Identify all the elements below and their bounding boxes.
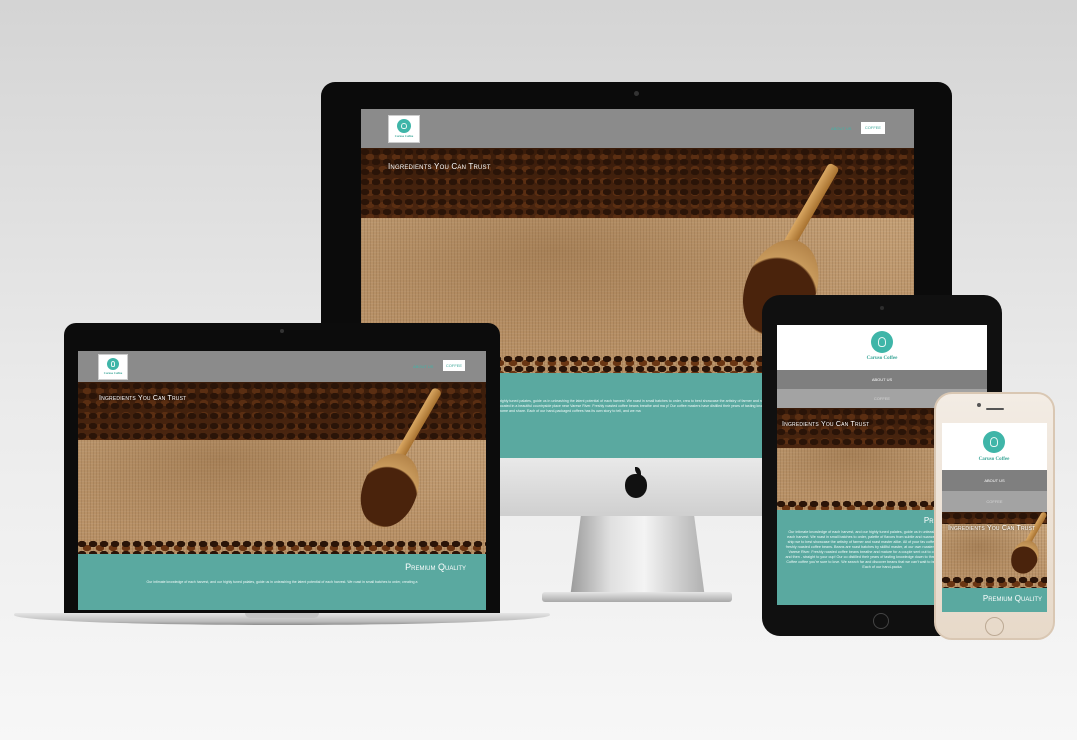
- hero-image: Ingredients You Can Trust: [942, 512, 1047, 588]
- nav-coffee[interactable]: COFFEE: [942, 491, 1047, 512]
- coffee-leaf-logo-icon: [107, 358, 119, 370]
- laptop-device: Caruso Coffee ABOUT US COFFEE Ingredient…: [64, 323, 500, 619]
- site-header: Caruso Coffee ABOUT US COFFEE: [78, 351, 486, 382]
- mobile-header: Caruso Coffee: [942, 423, 1047, 470]
- tablet-camera: [880, 306, 884, 310]
- brand-name: Caruso Coffee: [394, 134, 414, 138]
- premium-quality-section: Premium Quality: [942, 588, 1047, 612]
- nav-about-us[interactable]: ABOUT US: [777, 370, 987, 389]
- site-logo[interactable]: Caruso Coffee: [862, 329, 902, 365]
- coffee-beans-bottom: [942, 576, 1047, 588]
- coffee-beans-top: [942, 512, 1047, 524]
- mobile-header: Caruso Coffee: [777, 325, 987, 370]
- section-paragraph: Our intimate knowledge of each harvest, …: [146, 580, 418, 584]
- hero-image: Ingredients You Can Trust: [78, 382, 486, 554]
- phone-screen-site: Caruso Coffee ABOUT US COFFEE Ingredient…: [942, 423, 1047, 612]
- section-title: Premium Quality: [405, 562, 466, 572]
- nav-coffee-button[interactable]: COFFEE: [443, 360, 465, 371]
- premium-quality-section: Premium Quality Our intimate knowledge o…: [78, 554, 486, 610]
- imac-camera: [634, 91, 639, 96]
- site-logo[interactable]: Caruso Coffee: [98, 354, 128, 380]
- hero-title: Ingredients You Can Trust: [948, 525, 1036, 532]
- phone-camera: [977, 403, 981, 407]
- imac-stand-base: [542, 592, 732, 602]
- nav-about-us[interactable]: ABOUT US: [413, 364, 433, 369]
- coffee-leaf-logo-icon: [871, 331, 893, 353]
- section-title: Premium Quality: [982, 594, 1042, 603]
- hero-title: Ingredients You Can Trust: [388, 162, 491, 171]
- hero-title: Ingredients You Can Trust: [782, 421, 870, 428]
- nav-coffee-button[interactable]: COFFEE: [861, 122, 885, 134]
- phone-device: Caruso Coffee ABOUT US COFFEE Ingredient…: [934, 392, 1055, 640]
- brand-name: Caruso Coffee: [978, 457, 1010, 462]
- wooden-spoon: [1006, 536, 1044, 578]
- coffee-beans-bottom: [78, 540, 486, 554]
- imac-stand: [570, 516, 705, 598]
- tablet-home-button[interactable]: [873, 613, 889, 629]
- laptop-notch: [245, 613, 319, 618]
- wooden-spoon: [350, 444, 430, 536]
- nav-about-us[interactable]: ABOUT US: [942, 470, 1047, 491]
- site-logo[interactable]: Caruso Coffee: [974, 429, 1014, 467]
- apple-logo-icon: [625, 474, 647, 498]
- phone-speaker: [986, 408, 1004, 410]
- coffee-leaf-logo-icon: [397, 119, 411, 133]
- nav-about-us[interactable]: ABOUT US: [831, 126, 851, 131]
- site-logo[interactable]: Caruso Coffee: [388, 115, 420, 143]
- hero-title: Ingredients You Can Trust: [99, 395, 187, 402]
- laptop-screen-site: Caruso Coffee ABOUT US COFFEE Ingredient…: [78, 351, 486, 610]
- phone-home-button[interactable]: [985, 617, 1004, 636]
- coffee-leaf-logo-icon: [983, 431, 1005, 453]
- laptop-camera: [280, 329, 284, 333]
- brand-name: Caruso Coffee: [866, 356, 898, 361]
- brand-name: Caruso Coffee: [103, 371, 123, 375]
- site-header: Caruso Coffee ABOUT US COFFEE: [361, 109, 914, 148]
